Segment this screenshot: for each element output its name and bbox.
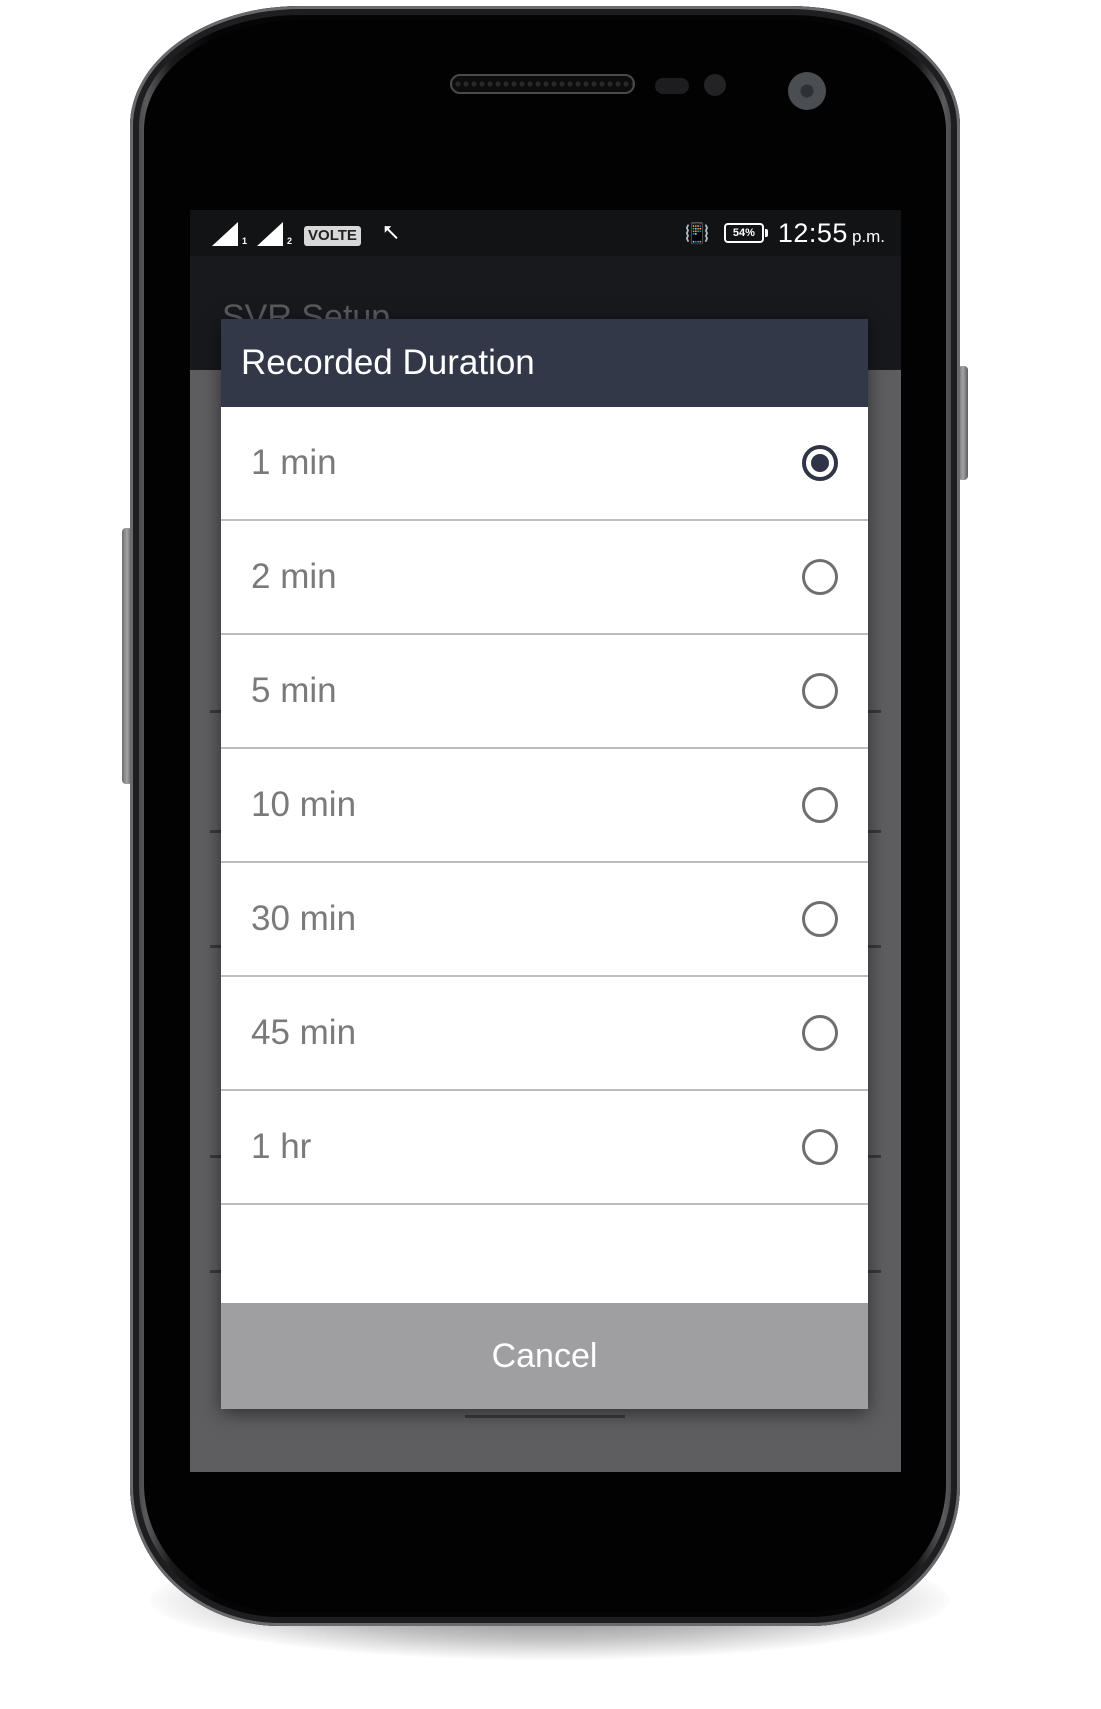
usb-icon: ⭦ xyxy=(382,220,399,247)
phone-screen: 1 2 VOLTE ⭦ 📳 54% 12:55 p.m. SVR Setup R… xyxy=(190,210,901,1472)
sim1-label: 1 xyxy=(242,236,248,246)
radio-unselected-icon[interactable] xyxy=(802,901,838,937)
dialog-title: Recorded Duration xyxy=(221,319,868,407)
vibrate-icon: 📳 xyxy=(684,222,710,245)
duration-option[interactable]: 30 min xyxy=(221,863,868,977)
recorded-duration-dialog: Recorded Duration 1 min 2 min 5 min 10 min 3… xyxy=(221,319,868,1409)
signal-sim1-icon xyxy=(212,222,238,246)
background-divider xyxy=(465,1415,625,1418)
signal-sim2-icon xyxy=(257,222,284,246)
cancel-button[interactable]: Cancel xyxy=(221,1303,868,1409)
clock-ampm: p.m. xyxy=(851,227,885,246)
duration-option[interactable]: 1 hr xyxy=(221,1091,868,1205)
radio-unselected-icon[interactable] xyxy=(802,1015,838,1051)
duration-option-label: 45 min xyxy=(251,1013,357,1052)
earpiece-speaker xyxy=(450,74,635,94)
clock-time: 12:55 xyxy=(777,217,848,248)
light-sensor xyxy=(704,74,726,96)
front-camera xyxy=(788,72,826,110)
duration-option[interactable]: 45 min xyxy=(221,977,868,1091)
radio-selected-icon[interactable] xyxy=(802,445,838,481)
duration-option[interactable]: 1 min xyxy=(221,407,868,521)
duration-option-label: 2 min xyxy=(251,557,337,596)
duration-option-label: 30 min xyxy=(251,899,357,938)
duration-option-label: 10 min xyxy=(251,785,357,824)
status-right: 📳 54% 12:55 p.m. xyxy=(685,216,885,250)
duration-options-list: 1 min 2 min 5 min 10 min 30 min 45 min 1 hr xyxy=(221,407,868,1205)
sim2-label: 2 xyxy=(287,236,293,246)
duration-option[interactable]: 10 min xyxy=(221,749,868,863)
duration-option-label: 1 hr xyxy=(251,1127,312,1166)
radio-unselected-icon[interactable] xyxy=(802,673,838,709)
duration-option-label: 5 min xyxy=(251,671,337,710)
radio-unselected-icon[interactable] xyxy=(802,559,838,595)
proximity-sensor xyxy=(655,78,689,94)
battery-icon: 54% xyxy=(723,223,768,243)
volte-badge: VOLTE xyxy=(304,226,361,246)
status-bar: 1 2 VOLTE ⭦ 📳 54% 12:55 p.m. xyxy=(190,210,901,256)
radio-unselected-icon[interactable] xyxy=(802,787,838,823)
duration-option[interactable]: 2 min xyxy=(221,521,868,635)
duration-option-label: 1 min xyxy=(251,443,337,482)
duration-option[interactable]: 5 min xyxy=(221,635,868,749)
status-left: 1 2 VOLTE ⭦ xyxy=(212,220,399,246)
radio-unselected-icon[interactable] xyxy=(802,1129,838,1165)
